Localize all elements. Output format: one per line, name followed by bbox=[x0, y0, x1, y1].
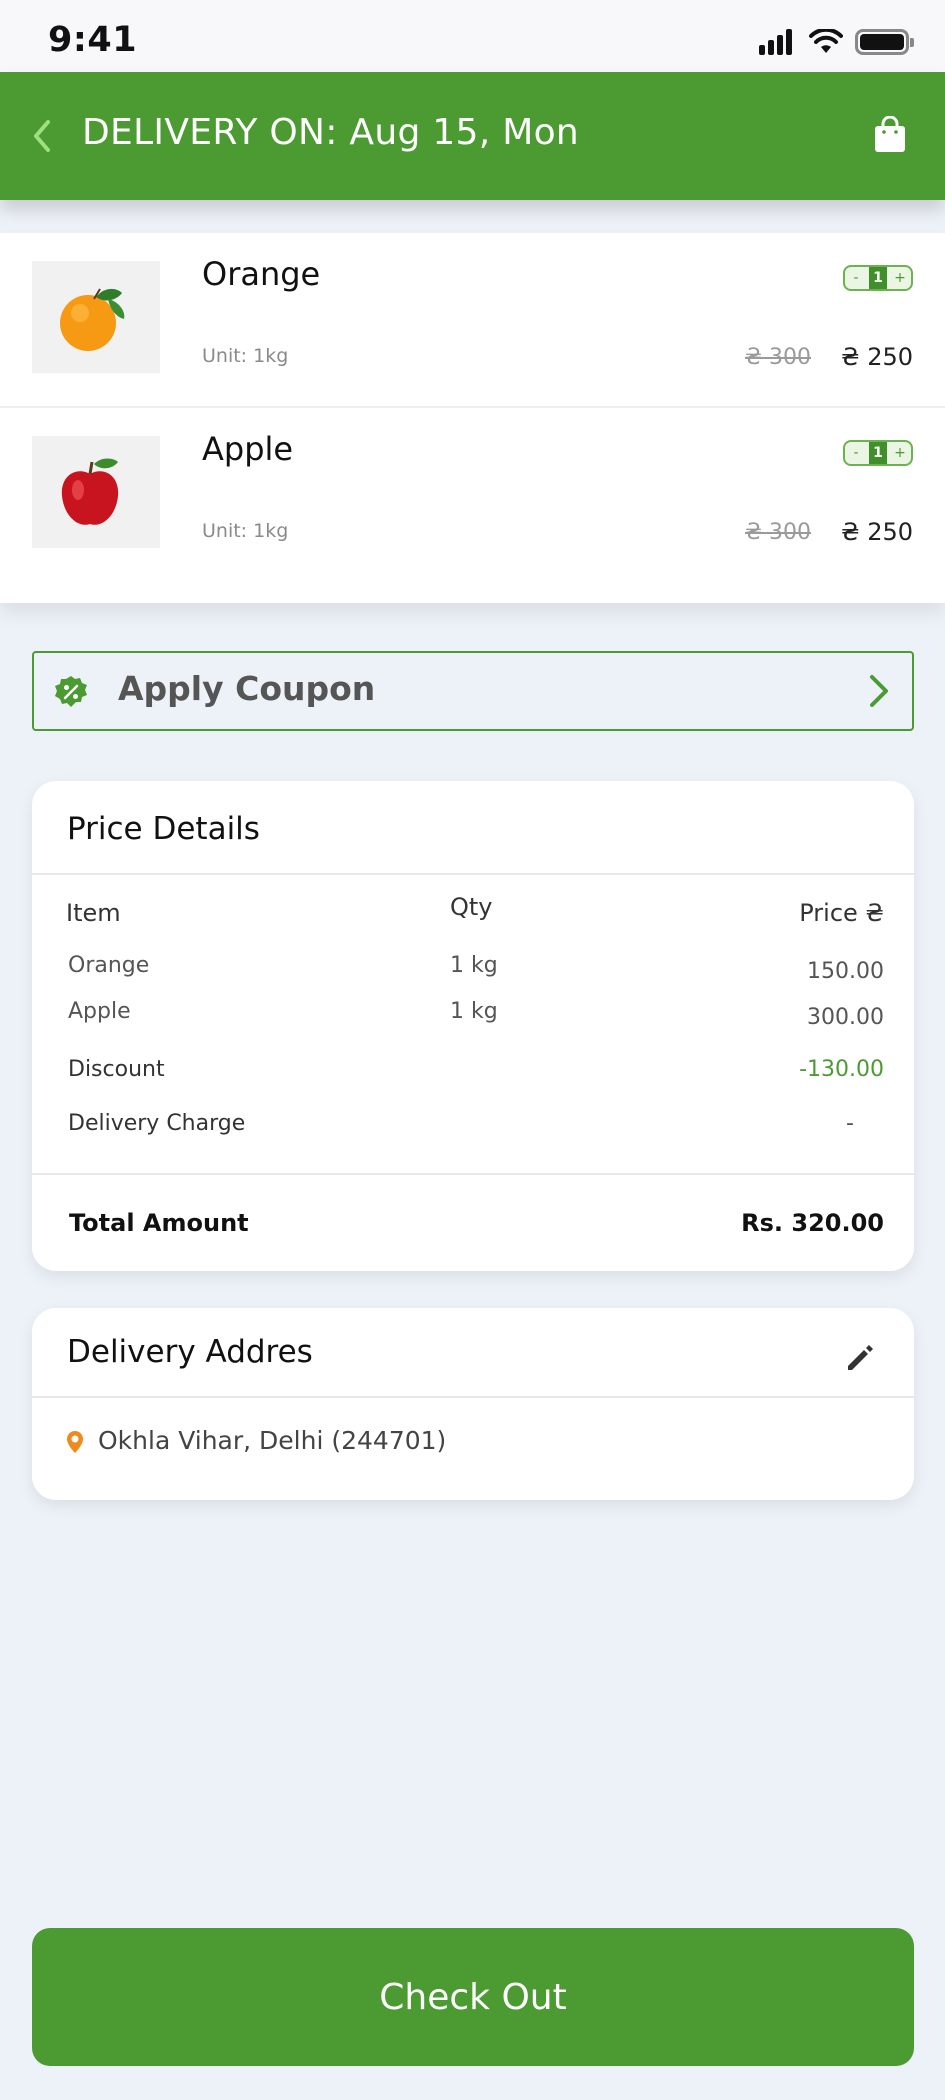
discount-label: Discount bbox=[68, 1057, 165, 1082]
chevron-right-icon bbox=[870, 675, 888, 707]
back-arrow-icon[interactable] bbox=[28, 116, 58, 156]
row-price-orange: 150.00 bbox=[807, 959, 884, 984]
increase-qty-button[interactable]: + bbox=[893, 443, 907, 463]
cart-item-apple[interactable]: Apple Unit: 1kg - 1 + ₴ 300 ₴ 250 bbox=[0, 408, 945, 583]
percent-badge-icon bbox=[55, 676, 87, 707]
row-price-apple: 300.00 bbox=[807, 1005, 884, 1030]
delivery-charge-value: - bbox=[846, 1111, 854, 1136]
apple-fruit-icon bbox=[61, 458, 119, 525]
price-details-card: Price Details Item Qty Price ₴ Orange 1 … bbox=[32, 781, 914, 1271]
total-amount-label: Total Amount bbox=[69, 1209, 249, 1237]
total-amount-value: Rs. 320.00 bbox=[741, 1209, 884, 1237]
delivery-address-title: Delivery Addres bbox=[67, 1334, 313, 1370]
row-qty-orange: 1 kg bbox=[450, 953, 498, 978]
price-details-title: Price Details bbox=[67, 811, 260, 847]
divider bbox=[32, 1173, 914, 1175]
divider bbox=[32, 873, 914, 875]
battery-icon bbox=[855, 29, 914, 55]
decrease-qty-button[interactable]: - bbox=[849, 268, 863, 288]
app-header: DELIVERY ON: Aug 15, Mon bbox=[0, 72, 945, 200]
item-name: Orange bbox=[202, 255, 321, 293]
status-time: 9:41 bbox=[48, 20, 138, 60]
item-column-header: Item bbox=[66, 899, 121, 927]
item-thumbnail bbox=[32, 261, 160, 373]
wifi-icon bbox=[809, 29, 843, 53]
quantity-stepper[interactable]: - 1 + bbox=[843, 265, 913, 291]
signal-icon bbox=[759, 29, 795, 55]
divider bbox=[32, 1396, 914, 1398]
checkout-button[interactable]: Check Out bbox=[32, 1928, 914, 2066]
sale-price: ₴ 250 bbox=[840, 518, 913, 546]
item-name: Apple bbox=[202, 430, 294, 468]
page-title: DELIVERY ON: Aug 15, Mon bbox=[82, 112, 580, 153]
delivery-address-text: Okhla Vihar, Delhi (244701) bbox=[98, 1426, 447, 1455]
delivery-address-card: Delivery Addres Okhla Vihar, Delhi (2447… bbox=[32, 1308, 914, 1500]
cart-item-orange[interactable]: Orange Unit: 1kg - 1 + ₴ 300 ₴ 250 bbox=[0, 233, 945, 408]
apply-coupon-button[interactable]: Apply Coupon bbox=[32, 651, 914, 731]
qty-column-header: Qty bbox=[450, 893, 493, 921]
original-price: ₴ 300 bbox=[744, 345, 811, 370]
item-thumbnail bbox=[32, 436, 160, 548]
orange-fruit-icon bbox=[60, 288, 125, 351]
quantity-value: 1 bbox=[869, 442, 887, 464]
row-qty-apple: 1 kg bbox=[450, 999, 498, 1024]
increase-qty-button[interactable]: + bbox=[893, 268, 907, 288]
item-unit: Unit: 1kg bbox=[202, 520, 289, 542]
checkout-screen: 9:41 DELIVERY ON: Aug 15, Mon Orange Uni… bbox=[0, 0, 945, 2100]
row-item-orange: Orange bbox=[68, 953, 150, 978]
sale-price: ₴ 250 bbox=[840, 343, 913, 371]
cart-list: Orange Unit: 1kg - 1 + ₴ 300 ₴ 250 Apple… bbox=[0, 233, 945, 603]
decrease-qty-button[interactable]: - bbox=[849, 443, 863, 463]
delivery-charge-label: Delivery Charge bbox=[68, 1111, 246, 1136]
status-bar: 9:41 bbox=[0, 0, 945, 72]
coupon-label: Apply Coupon bbox=[118, 669, 376, 708]
item-unit: Unit: 1kg bbox=[202, 345, 289, 367]
original-price: ₴ 300 bbox=[744, 520, 811, 545]
price-column-header: Price ₴ bbox=[799, 899, 884, 927]
location-pin-icon bbox=[67, 1431, 83, 1453]
status-icons bbox=[759, 26, 914, 58]
discount-value: -130.00 bbox=[799, 1057, 884, 1082]
row-item-apple: Apple bbox=[68, 999, 131, 1024]
quantity-stepper[interactable]: - 1 + bbox=[843, 440, 913, 466]
shopping-bag-icon[interactable] bbox=[873, 116, 907, 154]
quantity-value: 1 bbox=[869, 267, 887, 289]
edit-pencil-icon[interactable] bbox=[844, 1342, 876, 1374]
